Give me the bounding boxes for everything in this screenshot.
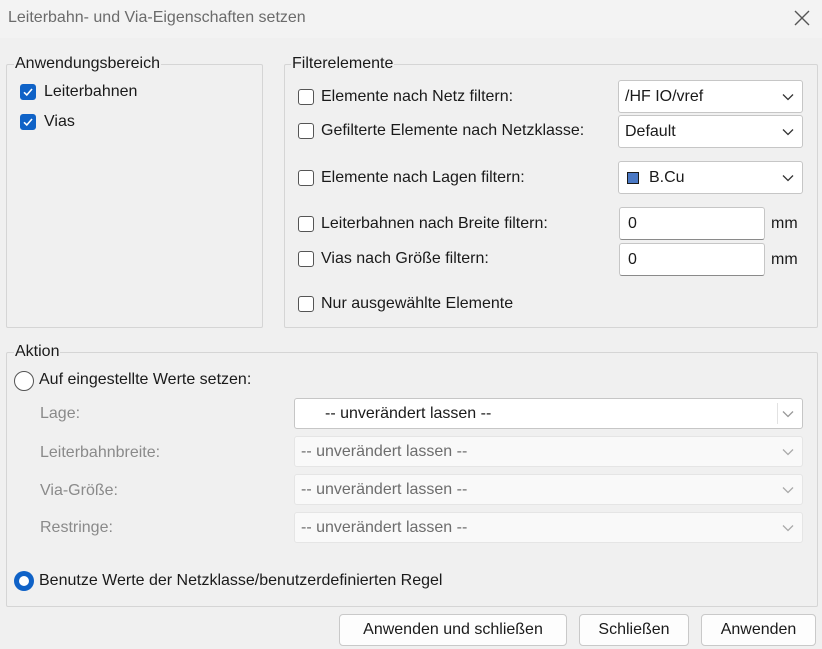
size-filter-label[interactable]: Vias nach Größe filtern:: [321, 250, 489, 268]
layer-field-value: -- unverändert lassen --: [325, 404, 492, 422]
width-unit: mm: [771, 215, 798, 232]
net-select-value: /HF IO/vref: [625, 87, 704, 105]
chevron-down-icon: [782, 486, 794, 493]
chevron-down-icon: [782, 174, 794, 181]
apply-button[interactable]: Anwenden: [701, 614, 816, 646]
netclass-select[interactable]: Default: [618, 115, 803, 148]
scope-group: [6, 64, 263, 328]
size-input-value: 0: [628, 250, 637, 268]
size-filter-checkbox[interactable]: [298, 251, 314, 267]
action-legend: Aktion: [14, 343, 61, 361]
use-netclass-label[interactable]: Benutze Werte der Netzklasse/benutzerdef…: [39, 572, 442, 590]
layer-color-swatch: [627, 171, 639, 184]
layer-filter-label[interactable]: Elemente nach Lagen filtern:: [321, 169, 525, 187]
net-filter-checkbox[interactable]: [298, 89, 314, 105]
selected-only-checkbox[interactable]: [298, 296, 314, 312]
close-button[interactable]: Schließen: [579, 614, 689, 646]
selected-only-label[interactable]: Nur ausgewählte Elemente: [321, 295, 513, 313]
apply-and-close-button[interactable]: Anwenden und schließen: [339, 614, 567, 646]
set-values-label[interactable]: Auf eingestellte Werte setzen:: [39, 371, 251, 389]
track-width-value: -- unverändert lassen --: [301, 442, 468, 460]
layer-select-value: B.Cu: [649, 168, 685, 186]
select-divider: [777, 403, 778, 424]
tracks-label[interactable]: Leiterbahnen: [44, 83, 137, 101]
via-size-value: -- unverändert lassen --: [301, 480, 468, 498]
width-filter-checkbox[interactable]: [298, 216, 314, 232]
net-filter-label[interactable]: Elemente nach Netz filtern:: [321, 88, 513, 106]
layer-field-select[interactable]: -- unverändert lassen --: [294, 398, 803, 429]
netclass-select-value: Default: [625, 122, 676, 140]
annular-ring-value: -- unverändert lassen --: [301, 518, 468, 536]
size-input[interactable]: 0: [619, 243, 765, 276]
vias-label[interactable]: Vias: [44, 113, 75, 131]
filter-legend: Filterelemente: [291, 55, 395, 73]
chevron-down-icon: [782, 410, 794, 417]
width-filter-label[interactable]: Leiterbahnen nach Breite filtern:: [321, 215, 548, 233]
scope-legend: Anwendungsbereich: [14, 55, 161, 73]
netclass-filter-label[interactable]: Gefilterte Elemente nach Netzklasse:: [321, 122, 584, 140]
size-unit: mm: [771, 251, 798, 268]
via-size-select[interactable]: -- unverändert lassen --: [294, 474, 803, 505]
layer-field-label: Lage:: [40, 405, 81, 422]
track-width-field-label: Leiterbahnbreite:: [40, 444, 161, 461]
tracks-checkbox[interactable]: [20, 84, 36, 100]
use-netclass-radio[interactable]: [14, 571, 34, 591]
chevron-down-icon: [782, 448, 794, 455]
chevron-down-icon: [782, 93, 794, 100]
chevron-down-icon: [782, 524, 794, 531]
layer-filter-checkbox[interactable]: [298, 170, 314, 186]
netclass-filter-checkbox[interactable]: [298, 123, 314, 139]
via-size-field-label: Via-Größe:: [40, 482, 118, 499]
width-input-value: 0: [628, 214, 637, 232]
track-width-select[interactable]: -- unverändert lassen --: [294, 436, 803, 467]
vias-checkbox[interactable]: [20, 114, 36, 130]
window-title: Leiterbahn- und Via-Eigenschaften setzen: [8, 9, 306, 26]
chevron-down-icon: [782, 128, 794, 135]
annular-ring-field-label: Restringe:: [40, 519, 113, 536]
annular-ring-select[interactable]: -- unverändert lassen --: [294, 512, 803, 543]
net-select[interactable]: /HF IO/vref: [618, 80, 803, 113]
close-icon[interactable]: [790, 6, 814, 30]
layer-select[interactable]: B.Cu: [618, 161, 803, 194]
width-input[interactable]: 0: [619, 207, 765, 240]
set-values-radio[interactable]: [14, 371, 34, 391]
